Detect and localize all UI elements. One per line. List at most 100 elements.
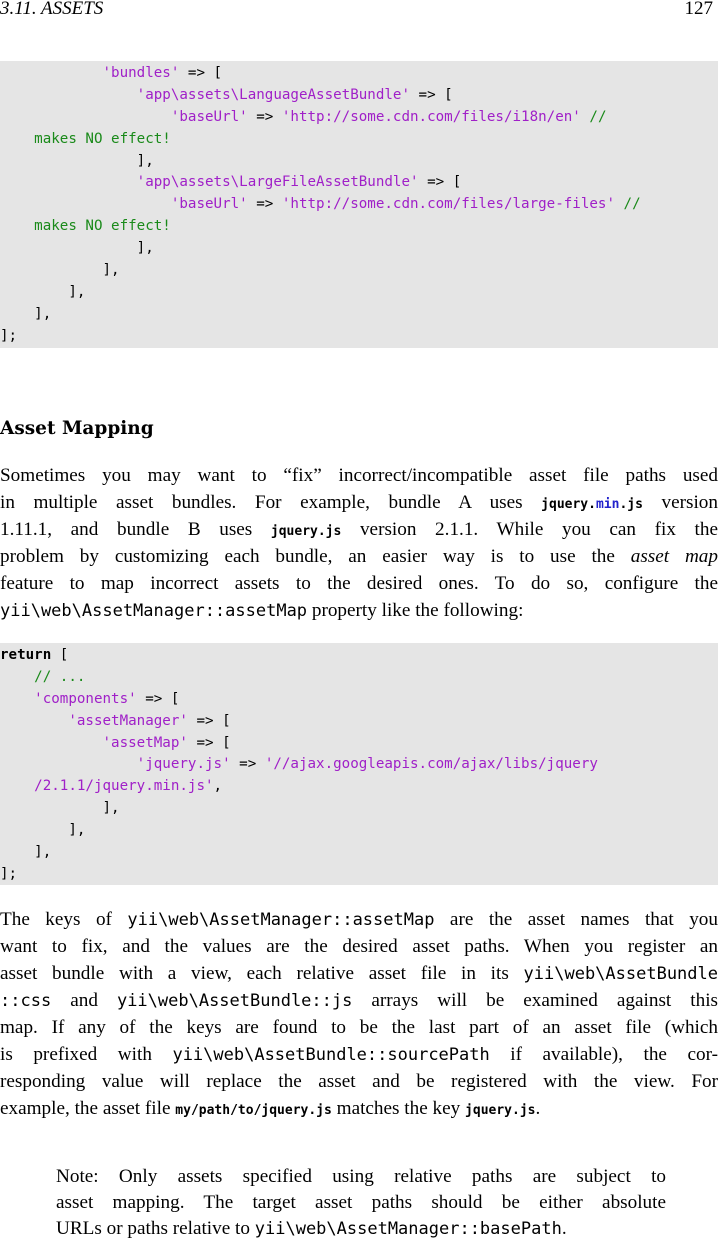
- page-header: 3.11. ASSETS 127: [0, 0, 718, 24]
- section-heading: Asset Mapping: [0, 418, 154, 439]
- text-span: asset bundle with a view, each relative …: [0, 963, 524, 984]
- code-line: ],: [0, 820, 718, 842]
- page-number: 127: [684, 0, 714, 19]
- span-str: '//ajax.googleapis.com/ajax/libs/jquery: [264, 756, 598, 773]
- text-span: are the asset names that you: [434, 909, 718, 930]
- span-str: 'app\assets\LargeFileAssetBundle': [136, 174, 419, 191]
- span-tt: ::css: [0, 991, 52, 1011]
- text-span: asset mapping. The target asset paths sh…: [56, 1192, 666, 1213]
- text-span: [0, 196, 171, 212]
- text-span: => [: [410, 86, 453, 103]
- text-span: [0, 735, 103, 751]
- text-line: map. If any of the keys are found to be …: [0, 1014, 718, 1041]
- code-line: makes NO effect!: [0, 216, 718, 238]
- text-span: in multiple asset bundles. For example, …: [0, 492, 542, 513]
- text-span: feature to map incorrect assets to the d…: [0, 573, 718, 594]
- text-span: [0, 174, 137, 190]
- text-line: The keys of yii\web\AssetManager::assetM…: [0, 906, 718, 933]
- text-span: responding value will replace the asset …: [0, 1071, 718, 1092]
- text-span: The keys of: [0, 909, 128, 930]
- text-span: [: [51, 647, 69, 663]
- code-line: 'baseUrl' => 'http://some.cdn.com/files/…: [0, 194, 718, 216]
- text-line: in multiple asset bundles. For example, …: [0, 489, 718, 516]
- code-line: 'components' => [: [0, 689, 718, 711]
- span-tts: my/path/to/jquery.js: [175, 1103, 332, 1118]
- code-line: 'bundles' => [: [0, 63, 718, 85]
- text-span: matches the key: [331, 1098, 466, 1119]
- code-line: ],: [0, 304, 718, 326]
- code-line: 'assetManager' => [: [0, 711, 718, 733]
- text-line: URLs or paths relative to yii\web\AssetM…: [56, 1216, 666, 1242]
- text-line: 1.11.1, and bundle B uses jquery.js vers…: [0, 516, 718, 543]
- span-tts: jquery.: [541, 497, 596, 512]
- span-tts: jquery.js: [465, 1103, 536, 1118]
- text-span: [0, 218, 34, 234]
- text-span: [0, 778, 34, 794]
- code-line: ],: [0, 798, 718, 820]
- text-span: [0, 713, 68, 729]
- text-line: yii\web\AssetManager::assetMap property …: [0, 597, 718, 624]
- code-line: ],: [0, 282, 718, 304]
- code-line: ];: [0, 326, 718, 348]
- text-line: Sometimes you may want to “fix” incorrec…: [0, 462, 718, 489]
- span-b: Note:: [56, 1166, 99, 1187]
- text-span: arrays will be examined against this: [352, 990, 718, 1011]
- span-str: 'http://some.cdn.com/files/large-files': [281, 196, 616, 213]
- code-line: 'baseUrl' => 'http://some.cdn.com/files/…: [0, 107, 718, 129]
- span-tt: yii\web\AssetBundle::sourcePath: [172, 1045, 490, 1065]
- span-str: 'http://some.cdn.com/files/i18n/en': [281, 108, 581, 125]
- text-line: problem by customizing each bundle, an e…: [0, 543, 718, 570]
- text-span: version 2.1.1. While you can fix the: [341, 519, 718, 540]
- span-tt: yii\web\AssetManager::assetMap: [127, 910, 435, 930]
- code-line: 'assetMap' => [: [0, 733, 718, 755]
- code-line: // ...: [0, 667, 718, 689]
- span-str: 'jquery.js': [136, 756, 231, 773]
- span-str: 'components': [34, 690, 137, 707]
- code-line: ],: [0, 151, 718, 173]
- span-str: 'bundles': [102, 65, 180, 81]
- text-span: [0, 87, 137, 103]
- code-line: /2.1.1/jquery.min.js',: [0, 776, 718, 798]
- text-span: [0, 669, 34, 685]
- text-line: ::css and yii\web\AssetBundle::js arrays…: [0, 987, 718, 1014]
- code-line: 'jquery.js' => '//ajax.googleapis.com/aj…: [0, 754, 718, 776]
- text-span: is prefixed with: [0, 1044, 173, 1065]
- text-span: ],: [0, 800, 120, 817]
- span-tt: yii\web\AssetManager::basePath: [254, 1219, 562, 1239]
- note-box: Note: Only assets specified using relati…: [56, 1164, 666, 1242]
- text-span: =>: [247, 108, 282, 125]
- code-line: ];: [0, 864, 718, 886]
- text-span: .: [561, 1218, 567, 1239]
- paragraph-intro: Sometimes you may want to “fix” incorrec…: [0, 462, 718, 624]
- span-tt: yii\web\AssetManager::assetMap: [0, 601, 308, 621]
- text-span: version: [642, 492, 718, 513]
- span-tt: yii\web\AssetBundle::js: [116, 991, 353, 1011]
- span-str: 'assetMap': [102, 734, 188, 751]
- text-span: URLs or paths relative to: [56, 1218, 255, 1239]
- text-span: => [: [187, 734, 231, 751]
- code-line: 'app\assets\LargeFileAssetBundle' => [: [0, 172, 718, 194]
- text-span: => [: [136, 690, 180, 707]
- text-line: feature to map incorrect assets to the d…: [0, 570, 718, 597]
- span-cmt: makes NO effect!: [34, 130, 171, 147]
- span-str: /2.1.1/jquery.min.js': [34, 778, 214, 795]
- text-line: is prefixed with yii\web\AssetBundle::so…: [0, 1041, 718, 1068]
- text-line: asset bundle with a view, each relative …: [0, 960, 718, 987]
- span-kw: return: [0, 647, 52, 663]
- span-str: 'assetManager': [68, 712, 188, 729]
- text-span: ,: [213, 778, 223, 795]
- text-span: and: [51, 990, 117, 1011]
- span-cmt: //: [580, 108, 607, 125]
- code-line: return [: [0, 645, 718, 667]
- text-span: ];: [0, 327, 18, 344]
- text-line: Note: Only assets specified using relati…: [56, 1164, 666, 1190]
- text-span: [0, 109, 171, 125]
- code-line: makes NO effect!: [0, 129, 718, 151]
- code-block-assetmap: return [ // ... 'components' => [ 'asset…: [0, 643, 718, 885]
- span-tts: .js: [619, 497, 643, 512]
- span-cmt: makes NO effect!: [34, 218, 171, 235]
- text-span: property like the following:: [307, 600, 524, 621]
- text-span: problem by customizing each bundle, an e…: [0, 546, 631, 567]
- text-line: want to fix, and the values are the desi…: [0, 933, 718, 960]
- text-span: ],: [0, 844, 52, 861]
